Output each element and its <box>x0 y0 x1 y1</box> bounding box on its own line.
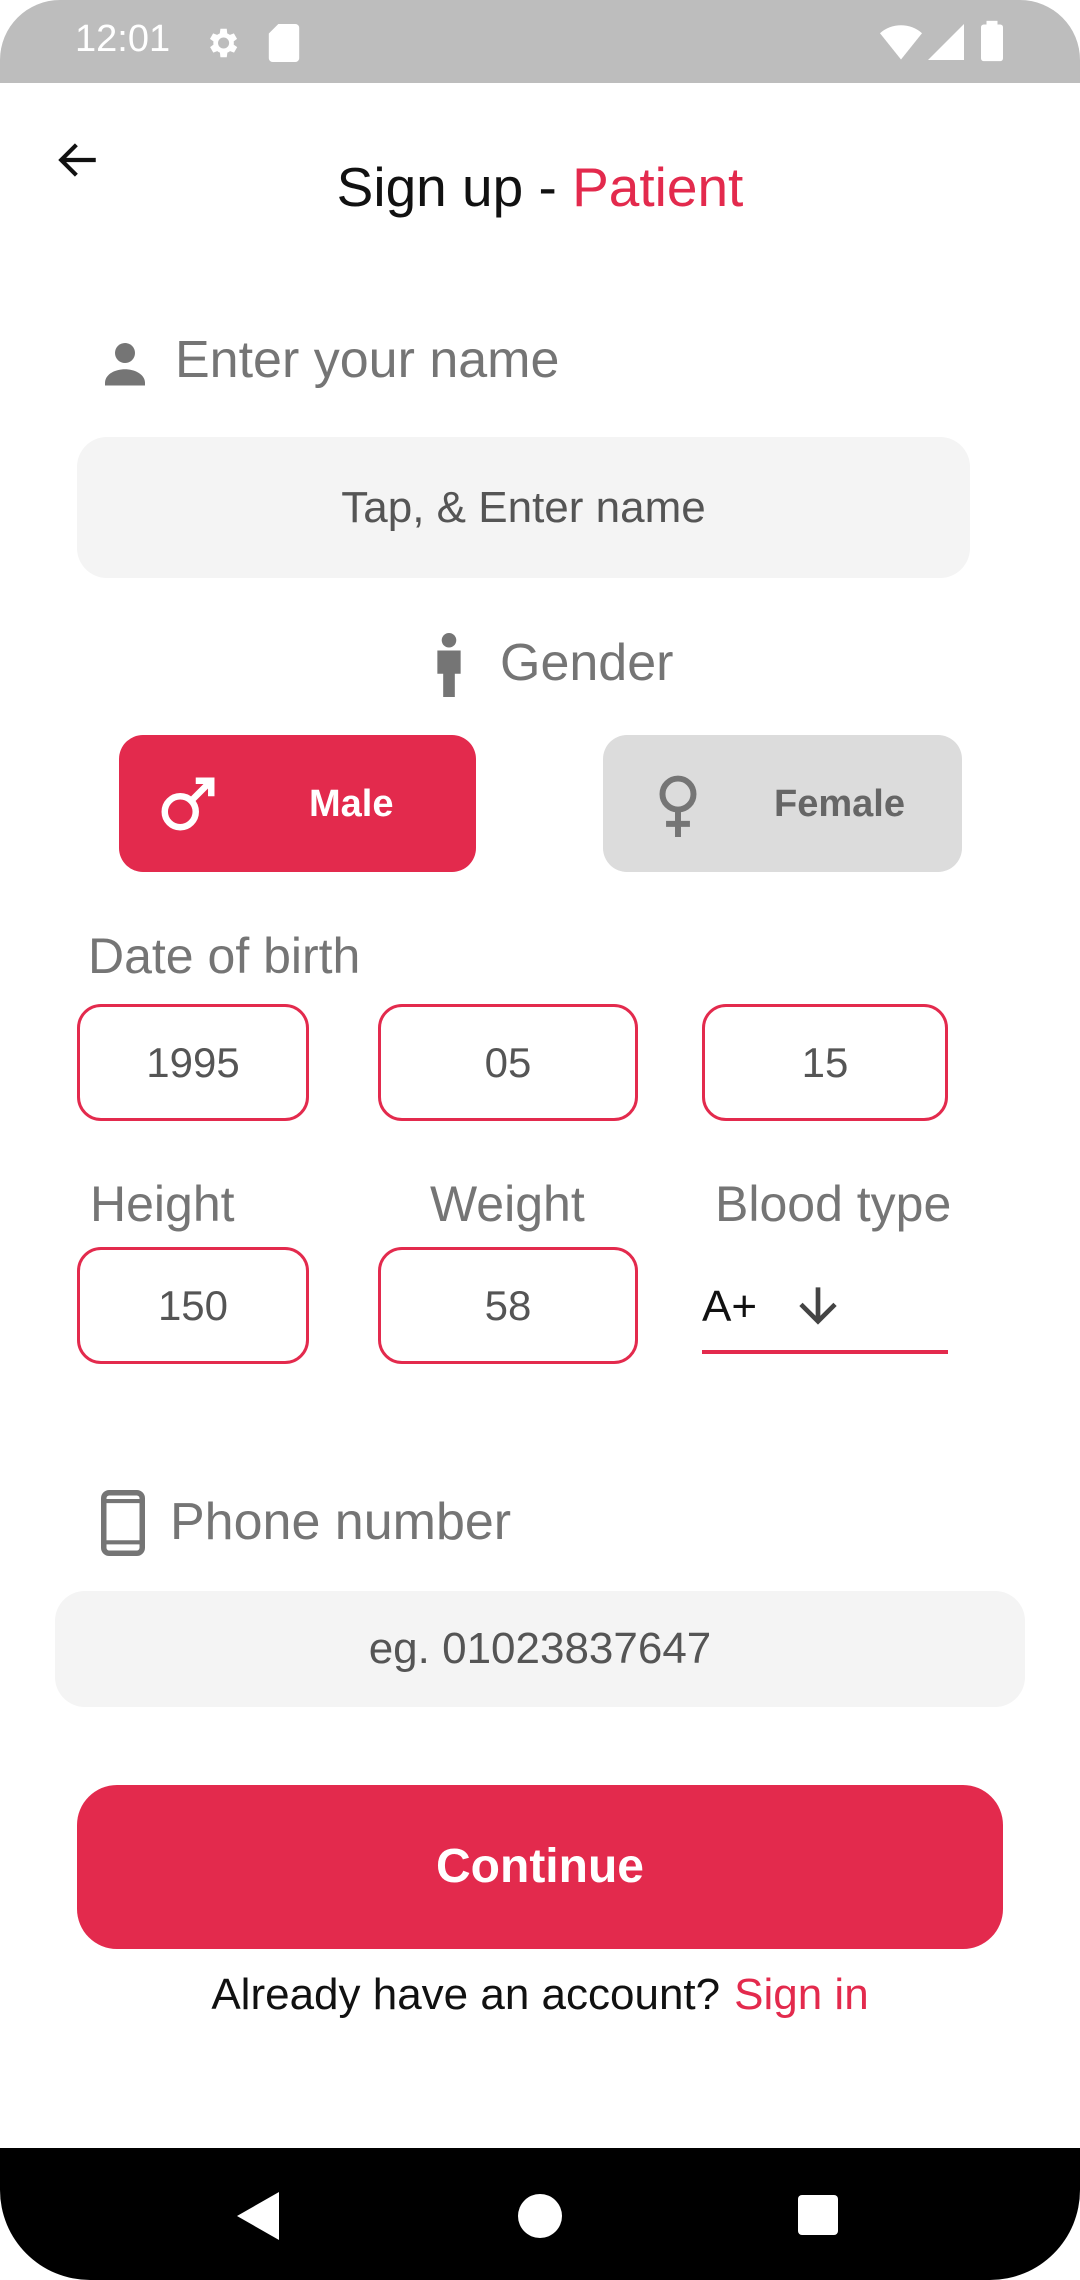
page-title: Sign up - Patient <box>0 155 1080 219</box>
weight-field[interactable]: 58 <box>378 1247 638 1364</box>
status-time: 12:01 <box>75 18 171 60</box>
nav-back-icon[interactable] <box>237 2192 279 2240</box>
dob-day-field[interactable]: 15 <box>702 1004 948 1121</box>
male-icon <box>161 777 215 831</box>
male-label: Male <box>309 783 394 825</box>
account-prompt: Already have an account? <box>211 1970 721 2019</box>
female-icon <box>659 775 697 837</box>
name-input[interactable]: Tap, & Enter name <box>77 437 970 578</box>
system-nav-bar <box>0 2148 1080 2280</box>
female-button[interactable]: Female <box>603 735 962 872</box>
phone-label: Phone number <box>170 1493 512 1551</box>
battery-icon <box>981 20 1003 62</box>
arrow-down-icon <box>799 1287 837 1325</box>
female-label: Female <box>774 783 905 825</box>
person-standing-icon <box>437 633 461 697</box>
blood-type-dropdown[interactable]: A+ <box>702 1270 948 1354</box>
dob-year-field[interactable]: 1995 <box>77 1004 309 1121</box>
wifi-icon <box>880 25 922 60</box>
sd-card-icon <box>268 24 300 62</box>
height-field[interactable]: 150 <box>77 1247 309 1364</box>
person-icon <box>105 343 145 386</box>
gender-label: Gender <box>500 634 674 692</box>
male-button[interactable]: Male <box>119 735 476 872</box>
phone-icon <box>101 1490 145 1556</box>
blood-type-label: Blood type <box>715 1176 952 1232</box>
signin-link[interactable]: Sign in <box>734 1970 869 2019</box>
weight-label: Weight <box>430 1176 585 1232</box>
dob-month-field[interactable]: 05 <box>378 1004 638 1121</box>
signal-icon <box>928 24 964 60</box>
dob-label: Date of birth <box>88 928 361 984</box>
phone-input[interactable]: eg. 01023837647 <box>55 1591 1025 1707</box>
status-bar: 12:01 <box>0 0 1080 83</box>
continue-button[interactable]: Continue <box>77 1785 1003 1949</box>
blood-type-value: A+ <box>702 1282 758 1331</box>
height-label: Height <box>90 1176 235 1232</box>
nav-recents-icon[interactable] <box>798 2195 838 2235</box>
nav-home-icon[interactable] <box>518 2194 562 2238</box>
gear-icon <box>209 28 238 58</box>
page-title-accent: Patient <box>572 156 744 218</box>
signin-row: Already have an account? Sign in <box>0 1970 1080 2020</box>
page-title-prefix: Sign up - <box>336 156 573 218</box>
name-label: Enter your name <box>175 331 560 389</box>
